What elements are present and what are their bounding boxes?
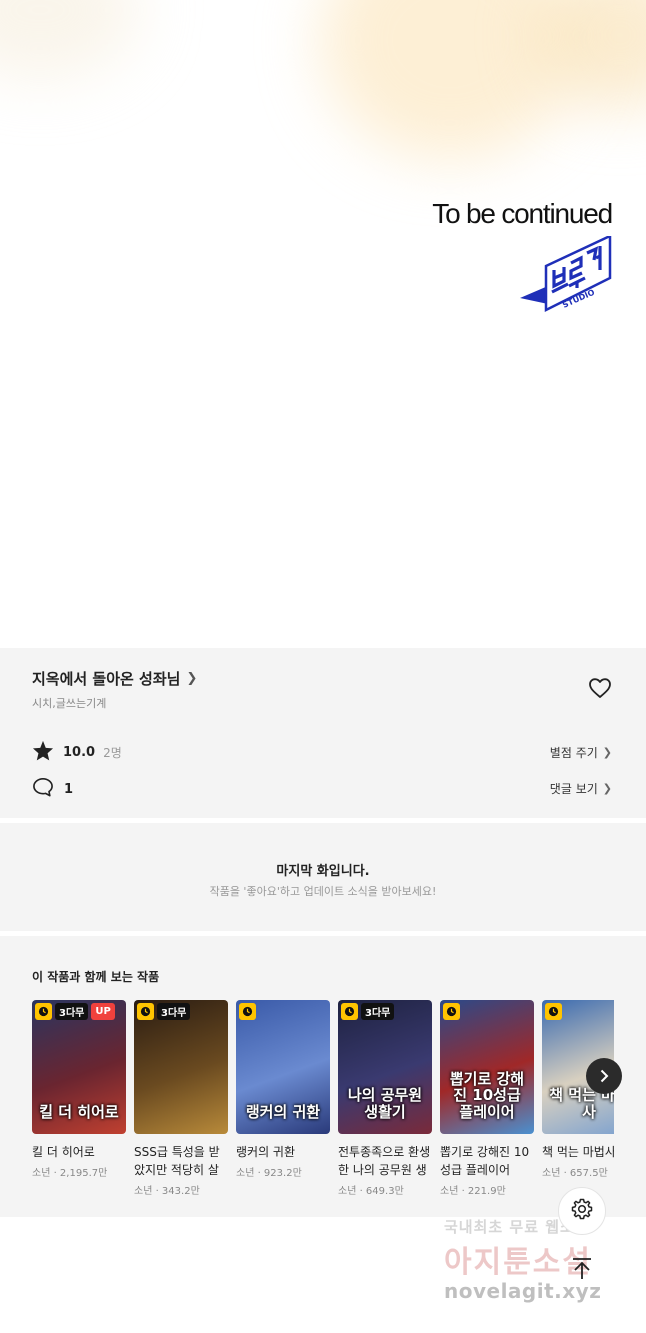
card-title: 뽑기로 강해진 10성급 플레이어	[440, 1145, 530, 1177]
comment-count: 1	[64, 781, 74, 797]
recommendation-card[interactable]: 3다무 UP 킬 더 히어로 킬 더 히어로 소년 · 2,195.7만	[32, 1000, 126, 1179]
clock-icon	[341, 1003, 358, 1020]
card-title: 전투종족으로 환생한 나의 공무원 생활기	[338, 1145, 431, 1177]
recommendations-heading: 이 작품과 함께 보는 작품	[32, 970, 160, 984]
card-meta: 소년 · 343.2만	[134, 1186, 200, 1197]
badge-group	[239, 1003, 256, 1020]
comment-row: 1	[32, 777, 73, 801]
cover-title-art: 랭커의 귀환	[245, 1102, 321, 1121]
give-star-button[interactable]: 별점 주기 ❯	[550, 744, 612, 761]
badge-group: 3다무	[137, 1003, 191, 1020]
card-title: 책 먹는 마법사	[542, 1145, 614, 1159]
settings-button[interactable]	[558, 1187, 606, 1235]
work-title: 지옥에서 돌아온 성좌님	[32, 670, 181, 688]
card-meta: 소년 · 923.2만	[236, 1168, 302, 1179]
chevron-right-icon: ❯	[186, 671, 198, 686]
cover-title-art: 킬 더 히어로	[39, 1102, 119, 1121]
cover-title-art: 나의 공무원 생활기	[347, 1086, 423, 1121]
cover-thumbnail: 랭커의 귀환	[236, 1000, 330, 1134]
comment-icon	[32, 777, 54, 801]
up-badge: UP	[91, 1003, 115, 1020]
arrow-up-icon	[571, 1257, 593, 1285]
recommendation-card[interactable]: 3다무 SSS급 특성을 받았지만 적당히 살겠습니다소년 · 343.2만	[134, 1000, 228, 1197]
clock-icon	[239, 1003, 256, 1020]
star-icon	[32, 740, 54, 765]
cover-thumbnail: 3다무	[134, 1000, 228, 1134]
rating-count: 2명	[103, 746, 122, 760]
gear-icon	[570, 1197, 594, 1225]
card-title: SSS급 특성을 받았지만 적당히 살겠습니다	[134, 1145, 220, 1177]
card-meta: 소년 · 657.5만	[542, 1168, 608, 1179]
see-comments-button[interactable]: 댓글 보기 ❯	[550, 780, 612, 797]
recommendations-section: 이 작품과 함께 보는 작품 3다무 UP 킬 더 히어로 킬 더 히어로 소년 · 2…	[0, 936, 646, 1217]
clock-icon	[545, 1003, 562, 1020]
to-be-continued-text: To be continued	[432, 198, 613, 229]
work-info-panel: 지옥에서 돌아온 성좌님 ❯ 시치,글쓰는기계 10.0 2명 별점 주기 ❯ …	[0, 648, 646, 818]
work-title-link[interactable]: 지옥에서 돌아온 성좌님 ❯	[32, 668, 197, 689]
comic-panel: To be continued STUDIO	[0, 0, 646, 648]
card-meta: 소년 · 2,195.7만	[32, 1168, 108, 1179]
cover-thumbnail: 3다무나의 공무원 생활기	[338, 1000, 432, 1134]
card-title: 킬 더 히어로	[32, 1145, 95, 1159]
last-episode-title: 마지막 화입니다.	[276, 864, 370, 879]
scroll-to-top-button[interactable]	[566, 1255, 598, 1287]
rating-row: 10.0 2명	[32, 740, 122, 765]
wait-free-badge: 3다무	[361, 1003, 395, 1020]
recommendation-card[interactable]: 랭커의 귀환 랭커의 귀환 소년 · 923.2만	[236, 1000, 330, 1179]
last-episode-subtitle: 작품을 '좋아요'하고 업데이트 소식을 받아보세요!	[209, 885, 437, 898]
next-arrow-button[interactable]	[586, 1058, 622, 1094]
clock-icon	[443, 1003, 460, 1020]
badge-group	[443, 1003, 460, 1020]
recommendation-list: 3다무 UP 킬 더 히어로 킬 더 히어로 소년 · 2,195.7만 3다무 SSS급 …	[32, 1000, 614, 1210]
badge-group: 3다무	[341, 1003, 395, 1020]
work-authors: 시치,글쓰는기계	[32, 697, 107, 710]
wait-free-badge: 3다무	[55, 1003, 89, 1020]
recommendation-card[interactable]: 3다무나의 공무원 생활기전투종족으로 환생한 나의 공무원 생활기소년 · 6…	[338, 1000, 432, 1197]
cover-thumbnail: 3다무 UP 킬 더 히어로	[32, 1000, 126, 1134]
cover-title-art: 뽑기로 강해진 10성급 플레이어	[449, 1069, 525, 1121]
cover-thumbnail: 뽑기로 강해진 10성급 플레이어	[440, 1000, 534, 1134]
card-meta: 소년 · 649.3만	[338, 1186, 404, 1197]
rating-score: 10.0	[63, 745, 96, 760]
give-star-label: 별점 주기	[549, 746, 598, 760]
recommendation-card[interactable]: 뽑기로 강해진 10성급 플레이어 뽑기로 강해진 10성급 플레이어 소년 · 2…	[440, 1000, 534, 1197]
clock-icon	[137, 1003, 154, 1020]
badge-group: 3다무 UP	[35, 1003, 115, 1020]
last-episode-notice: 마지막 화입니다. 작품을 '좋아요'하고 업데이트 소식을 받아보세요!	[0, 823, 646, 931]
chevron-right-icon: ❯	[602, 782, 612, 795]
card-title: 랭커의 귀환	[236, 1145, 296, 1159]
chevron-right-icon: ❯	[602, 746, 612, 759]
clock-icon	[35, 1003, 52, 1020]
see-comments-label: 댓글 보기	[549, 782, 598, 796]
wait-free-badge: 3다무	[157, 1003, 191, 1020]
blupic-studio-logo: STUDIO	[520, 234, 612, 320]
badge-group	[545, 1003, 562, 1020]
heart-icon[interactable]	[588, 677, 612, 703]
card-meta: 소년 · 221.9만	[440, 1186, 506, 1197]
panel-glow	[0, 0, 140, 80]
